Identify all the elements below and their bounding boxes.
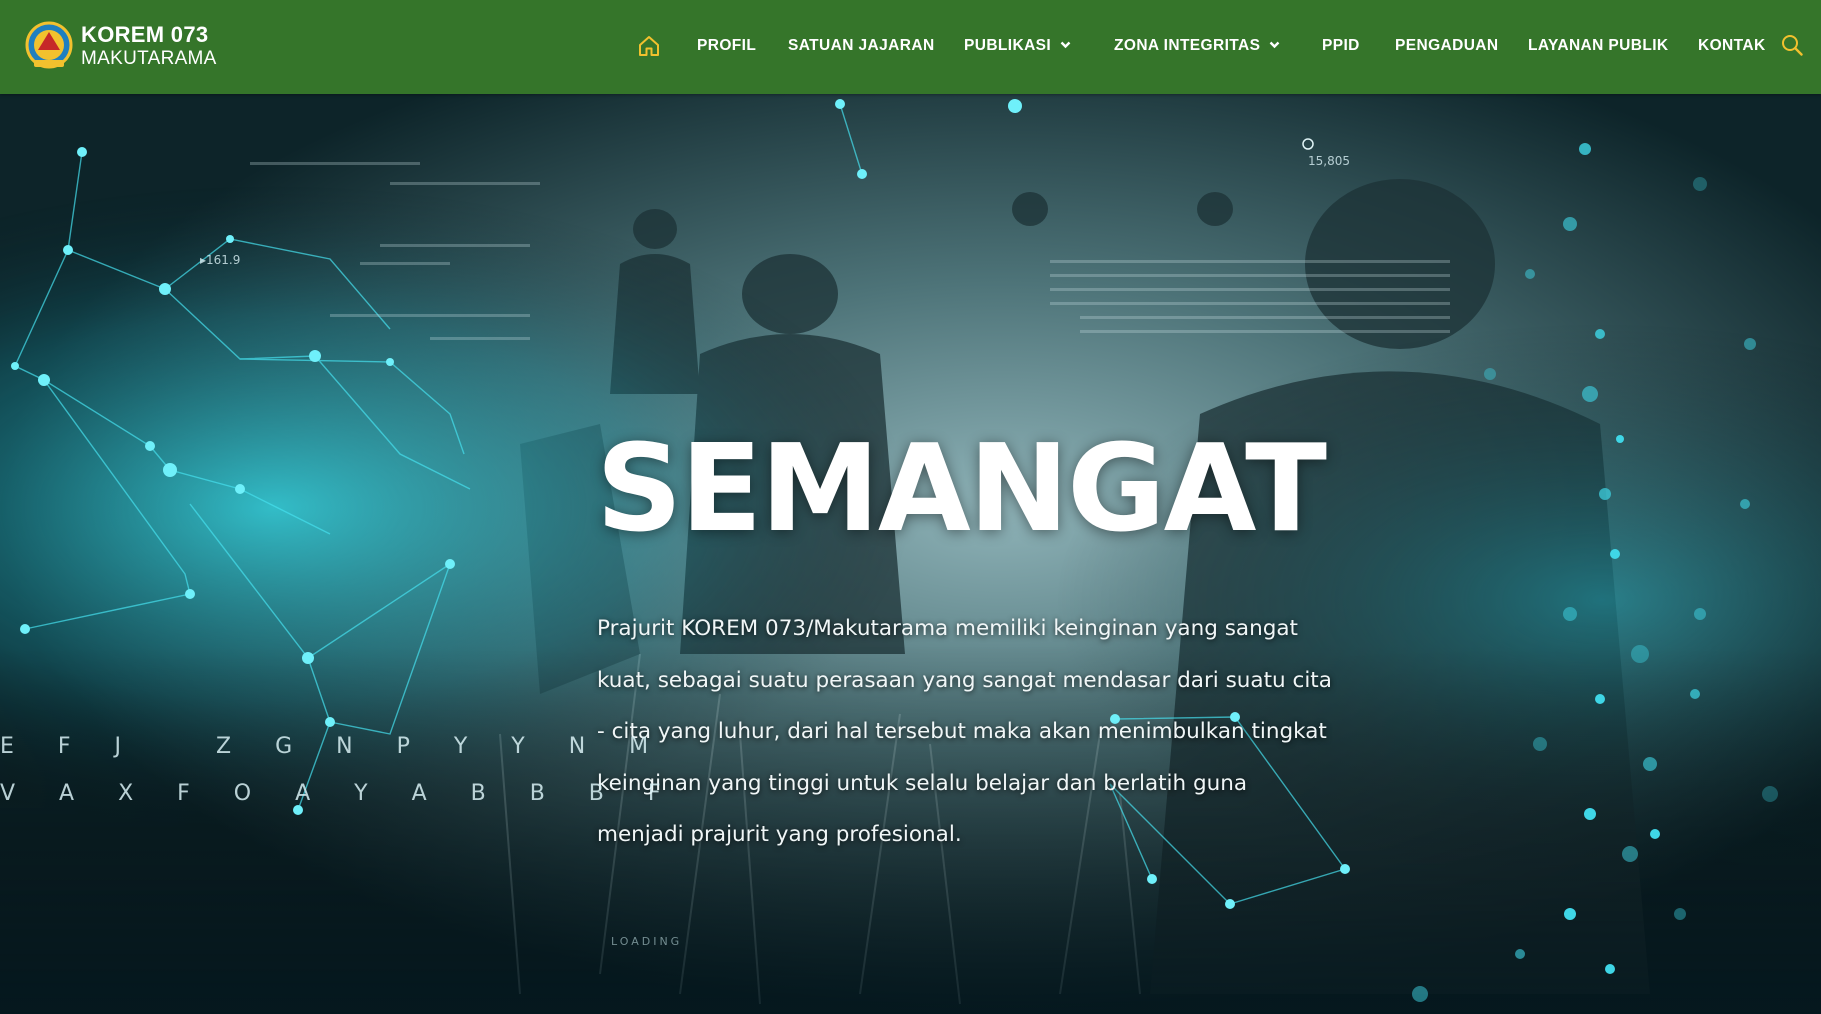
korem-emblem-icon (25, 21, 73, 69)
chevron-down-icon (1270, 41, 1280, 49)
hero-description: Prajurit KOREM 073/Makutarama memiliki k… (597, 616, 1332, 848)
nav-item-publikasi[interactable]: PUBLIKASI (964, 37, 1071, 55)
top-navbar: KOREM 073 MAKUTARAMA PROFIL SATUAN JAJAR… (0, 0, 1821, 94)
nav-item-kontak[interactable]: KONTAK (1698, 37, 1766, 55)
nav-item-profil[interactable]: PROFIL (697, 37, 756, 55)
nav-item-zona-integritas[interactable]: ZONA INTEGRITAS (1114, 37, 1280, 55)
chevron-down-icon (1060, 41, 1071, 49)
search-icon[interactable] (1781, 34, 1803, 56)
nav-item-satuan-jajaran[interactable]: SATUAN JAJARAN (788, 37, 935, 55)
brand-title: KOREM 073 (81, 22, 209, 47)
nav-item-pengaduan[interactable]: PENGADUAN (1395, 37, 1499, 55)
nav-item-ppid[interactable]: PPID (1322, 37, 1360, 55)
nav-item-zona-integritas-label: ZONA INTEGRITAS (1114, 37, 1261, 54)
hud-code-row-2: V A X F O A Y A B B B F (0, 781, 680, 806)
home-icon[interactable] (637, 34, 661, 58)
hud-code-row-1: E F J Z G N P Y Y N M (0, 734, 667, 759)
hud-loading-label: LOADING (611, 935, 683, 948)
brand-subtitle: MAKUTARAMA (81, 48, 217, 69)
nav-item-publikasi-label: PUBLIKASI (964, 37, 1052, 54)
hero-title: SEMANGAT (596, 420, 1327, 559)
hud-readout-left: ▸161.9 (200, 253, 241, 267)
nav-item-layanan-publik[interactable]: LAYANAN PUBLIK (1528, 37, 1669, 55)
brand-logo-link[interactable]: KOREM 073 MAKUTARAMA (24, 20, 224, 74)
hud-readout-right: 15,805 (1308, 154, 1350, 168)
hero-banner: ▸161.9 15,805 SEMANGAT Prajurit KOREM 07… (0, 94, 1821, 1014)
